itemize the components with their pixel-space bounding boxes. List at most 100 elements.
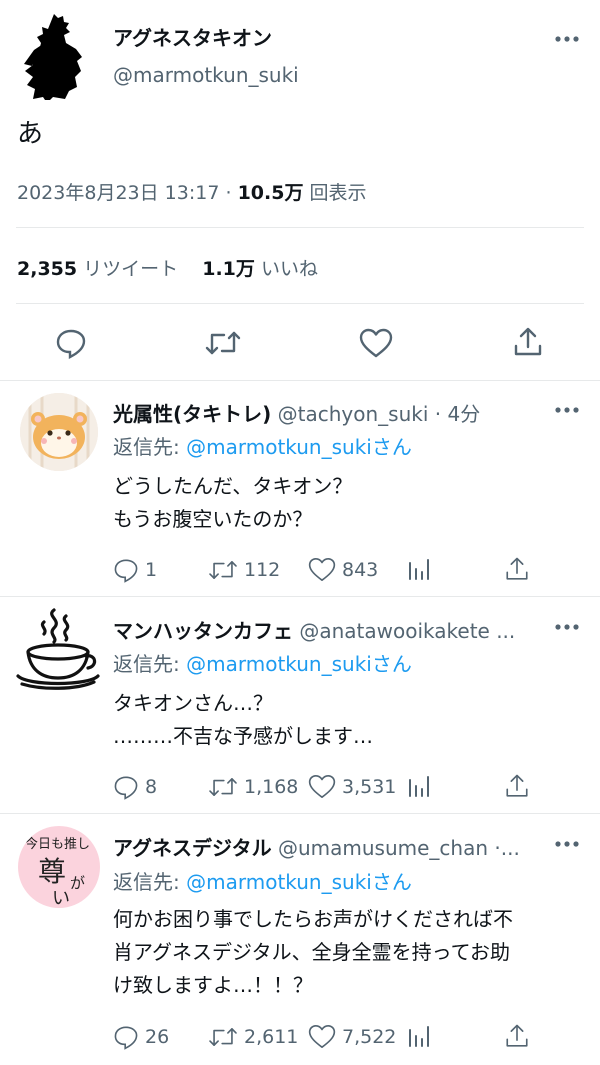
main-reply-button[interactable] bbox=[55, 327, 87, 363]
reply-display-name[interactable]: マンハッタンカフェ bbox=[113, 619, 293, 643]
reply-text: タキオンさん…？ ………不吉な予感がします… bbox=[113, 687, 373, 753]
likes-count[interactable]: 1.1万 bbox=[202, 258, 255, 280]
reply-more-button[interactable] bbox=[553, 622, 581, 632]
reply-to-handle[interactable]: @marmotkun_sukiさん bbox=[186, 435, 412, 459]
reply-header: マンハッタンカフェ @anatawooikakete ... bbox=[113, 615, 515, 644]
reply-text-line: 肖アグネスデジタル、全身全霊を持ってお助 bbox=[113, 940, 510, 964]
reply-count: 26 bbox=[145, 1026, 170, 1048]
reply-to-prefix: 返信先: bbox=[113, 652, 180, 676]
main-handle[interactable]: @marmotkun_suki bbox=[113, 63, 299, 87]
retweet-count: 1,168 bbox=[244, 776, 299, 798]
reply-share-button[interactable] bbox=[504, 1023, 530, 1049]
reply-header: 光属性(タキトレ) @tachyon_suki · 4分 bbox=[113, 398, 480, 427]
reply-to-line: 返信先: @marmotkun_sukiさん bbox=[113, 866, 412, 895]
reply-text-line: 何かお困り事でしたらお声がけくだされば不 bbox=[113, 907, 513, 931]
reply-retweet-button[interactable]: 112 bbox=[208, 557, 280, 583]
reply-text-line: もうお腹空いたのか？ bbox=[113, 507, 313, 531]
main-tweet-text: あ bbox=[17, 119, 44, 149]
reply-avatar[interactable]: 今日も推し 尊 が い bbox=[18, 826, 100, 908]
reply-display-name[interactable]: 光属性(タキトレ) bbox=[113, 402, 271, 426]
divider bbox=[16, 227, 584, 228]
retweet-icon bbox=[209, 778, 237, 796]
more-dots-icon bbox=[555, 36, 579, 42]
reply-share-button[interactable] bbox=[504, 556, 530, 582]
reply-to-line: 返信先: @marmotkun_sukiさん bbox=[113, 431, 412, 460]
analytics-bars-icon bbox=[409, 559, 429, 580]
divider bbox=[0, 380, 600, 381]
like-count: 7,522 bbox=[342, 1025, 397, 1048]
analytics-bars-icon bbox=[409, 776, 429, 797]
main-share-button[interactable] bbox=[512, 326, 544, 362]
reply-analytics-button[interactable] bbox=[407, 774, 431, 798]
reply-to-handle[interactable]: @marmotkun_sukiさん bbox=[186, 870, 412, 894]
heart-icon bbox=[359, 328, 393, 358]
retweet-count: 2,611 bbox=[244, 1026, 299, 1048]
reply-bubble-icon bbox=[114, 776, 138, 800]
reply-header: アグネスデジタル @umamusume_chan ·... bbox=[113, 832, 520, 861]
main-display-name[interactable]: アグネスタキオン bbox=[113, 22, 272, 51]
share-upload-icon bbox=[506, 557, 528, 580]
share-upload-icon bbox=[514, 327, 542, 356]
reply-like-button[interactable]: 3,531 bbox=[308, 774, 396, 799]
share-upload-icon bbox=[506, 1024, 528, 1047]
reply-reply-button[interactable]: 8 bbox=[113, 774, 157, 800]
views-label[interactable]: 回表示 bbox=[310, 182, 367, 204]
reply-bubble-icon bbox=[56, 329, 86, 359]
reply-to-handle[interactable]: @marmotkun_sukiさん bbox=[186, 652, 412, 676]
reply-avatar[interactable] bbox=[14, 606, 100, 692]
retweets-count[interactable]: 2,355 bbox=[17, 258, 77, 280]
reply-text: どうしたんだ、タキオン？ もうお腹空いたのか？ bbox=[113, 470, 352, 536]
reply-analytics-button[interactable] bbox=[407, 1024, 431, 1048]
reply-retweet-button[interactable]: 1,168 bbox=[208, 774, 298, 800]
reply-like-button[interactable]: 7,522 bbox=[308, 1024, 396, 1049]
main-more-button[interactable] bbox=[553, 34, 581, 44]
reply-reply-button[interactable]: 1 bbox=[113, 557, 157, 583]
svg-text:が: が bbox=[70, 874, 85, 892]
likes-label[interactable]: いいね bbox=[261, 258, 318, 280]
retweets-label[interactable]: リツイート bbox=[83, 258, 178, 280]
reply-analytics-button[interactable] bbox=[407, 557, 431, 581]
reply-bubble-icon bbox=[114, 1026, 138, 1050]
main-tweet-avatar[interactable] bbox=[16, 12, 96, 103]
reply-bubble-icon bbox=[114, 559, 138, 583]
reply-text-line: け致しますよ…！！？ bbox=[113, 973, 313, 997]
retweet-count: 112 bbox=[244, 559, 281, 581]
share-upload-icon bbox=[506, 774, 528, 797]
heart-icon bbox=[308, 1024, 336, 1049]
main-meta-line: 2023年8月23日 13:17 · 10.5万 回表示 bbox=[17, 178, 367, 205]
main-timestamp[interactable]: 2023年8月23日 13:17 bbox=[17, 182, 219, 204]
reply-count: 1 bbox=[145, 559, 158, 581]
reply-more-button[interactable] bbox=[553, 405, 581, 415]
reply-retweet-button[interactable]: 2,611 bbox=[208, 1024, 298, 1050]
retweet-icon bbox=[209, 561, 237, 579]
reply-avatar[interactable] bbox=[20, 393, 98, 471]
main-stats-line: 2,355 リツイート 1.1万 いいね bbox=[17, 254, 318, 281]
more-dots-icon bbox=[555, 624, 579, 630]
reply-handle-time[interactable]: @umamusume_chan ·... bbox=[278, 836, 520, 860]
reply-reply-button[interactable]: 26 bbox=[113, 1024, 169, 1050]
svg-text:尊: 尊 bbox=[38, 855, 66, 888]
avatar-silhouette-icon bbox=[24, 14, 82, 103]
reply-to-prefix: 返信先: bbox=[113, 435, 180, 459]
divider bbox=[0, 813, 600, 814]
reply-like-button[interactable]: 843 bbox=[308, 557, 378, 582]
reply-text: 何かお困り事でしたらお声がけくだされば不 肖アグネスデジタル、全身全霊を持ってお… bbox=[113, 903, 513, 1002]
svg-text:今日も推し: 今日も推し bbox=[25, 836, 90, 852]
reply-handle-time[interactable]: @anatawooikakete ... bbox=[299, 619, 515, 643]
meta-separator: · bbox=[225, 182, 232, 204]
reply-to-prefix: 返信先: bbox=[113, 870, 180, 894]
divider bbox=[0, 596, 600, 597]
reply-to-line: 返信先: @marmotkun_sukiさん bbox=[113, 648, 412, 677]
reply-more-button[interactable] bbox=[553, 839, 581, 849]
retweet-icon bbox=[209, 1028, 237, 1046]
views-count[interactable]: 10.5万 bbox=[238, 182, 304, 204]
more-dots-icon bbox=[555, 407, 579, 413]
reply-handle-time[interactable]: @tachyon_suki · 4分 bbox=[278, 402, 481, 426]
heart-icon bbox=[308, 774, 336, 799]
main-like-button[interactable] bbox=[359, 328, 393, 362]
like-count: 843 bbox=[342, 558, 379, 581]
reply-display-name[interactable]: アグネスデジタル bbox=[113, 836, 272, 860]
reply-share-button[interactable] bbox=[504, 773, 530, 799]
reply-text-line: どうしたんだ、タキオン？ bbox=[113, 474, 353, 498]
main-retweet-button[interactable] bbox=[205, 327, 241, 363]
